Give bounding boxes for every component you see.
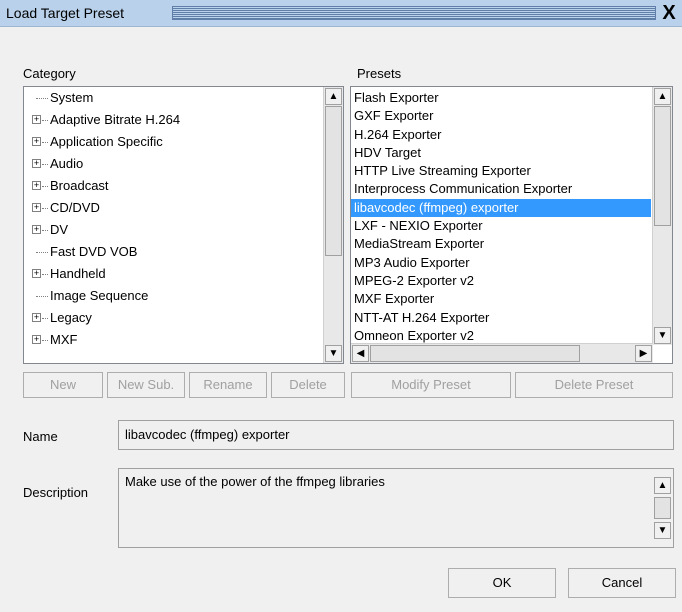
scroll-left-icon[interactable]: ◀ bbox=[352, 345, 369, 362]
presets-label: Presets bbox=[357, 66, 402, 81]
scroll-down-icon[interactable]: ▼ bbox=[654, 522, 671, 539]
scroll-up-icon[interactable]: ▲ bbox=[654, 477, 671, 494]
scroll-down-icon[interactable]: ▼ bbox=[654, 327, 671, 344]
scroll-right-icon[interactable]: ▶ bbox=[635, 345, 652, 362]
presets-horizontal-scrollbar[interactable]: ◀ ▶ bbox=[351, 343, 653, 363]
expand-icon[interactable]: + bbox=[32, 203, 41, 212]
category-item-label: Image Sequence bbox=[50, 288, 149, 303]
description-field[interactable]: Make use of the power of the ffmpeg libr… bbox=[118, 468, 674, 548]
delete-category-button[interactable]: Delete bbox=[271, 372, 345, 398]
new-sub-button[interactable]: New Sub. bbox=[107, 372, 185, 398]
category-item[interactable]: + MXF bbox=[24, 329, 322, 351]
expand-icon[interactable]: + bbox=[32, 313, 41, 322]
expand-icon[interactable]: + bbox=[32, 269, 41, 278]
category-item[interactable]: + Audio bbox=[24, 153, 322, 175]
presets-vertical-scrollbar[interactable]: ▲ ▼ bbox=[652, 87, 672, 345]
preset-item[interactable]: LXF - NEXIO Exporter bbox=[351, 217, 651, 235]
name-label: Name bbox=[23, 429, 58, 444]
tree-connector bbox=[42, 186, 48, 187]
name-field[interactable]: libavcodec (ffmpeg) exporter bbox=[118, 420, 674, 450]
close-icon[interactable]: X bbox=[658, 2, 680, 24]
description-text: Make use of the power of the ffmpeg libr… bbox=[125, 474, 385, 489]
preset-item[interactable]: H.264 Exporter bbox=[351, 126, 651, 144]
ok-button[interactable]: OK bbox=[448, 568, 556, 598]
preset-item[interactable]: MPEG-2 Exporter v2 bbox=[351, 272, 651, 290]
category-item-label: Audio bbox=[50, 156, 84, 171]
preset-item-selected[interactable]: libavcodec (ffmpeg) exporter bbox=[351, 198, 651, 218]
modify-preset-button[interactable]: Modify Preset bbox=[351, 372, 511, 398]
category-vertical-scrollbar[interactable]: ▲ ▼ bbox=[323, 87, 343, 363]
category-item-label: CD/DVD bbox=[50, 200, 100, 215]
category-item-label: Handheld bbox=[50, 266, 106, 281]
description-label: Description bbox=[23, 485, 89, 500]
category-item-label: DV bbox=[50, 222, 69, 237]
scroll-thumb[interactable] bbox=[654, 106, 671, 226]
category-item-label: Fast DVD VOB bbox=[50, 244, 138, 259]
category-item-label: Adaptive Bitrate H.264 bbox=[50, 112, 181, 127]
category-item-label: MXF bbox=[50, 332, 78, 347]
window-title: Load Target Preset bbox=[6, 5, 129, 21]
tree-connector bbox=[42, 274, 48, 275]
cancel-button[interactable]: Cancel bbox=[568, 568, 676, 598]
expand-icon[interactable]: + bbox=[32, 137, 41, 146]
tree-connector bbox=[42, 340, 48, 341]
description-scrollbar[interactable]: ▲ ▼ bbox=[653, 469, 673, 547]
tree-connector bbox=[36, 98, 48, 99]
category-item-label: Legacy bbox=[50, 310, 92, 325]
category-item-label: System bbox=[50, 90, 94, 105]
title-bar-grip bbox=[172, 6, 656, 20]
expand-icon[interactable]: + bbox=[32, 225, 41, 234]
preset-item[interactable]: HTTP Live Streaming Exporter bbox=[351, 162, 651, 180]
expand-icon[interactable]: + bbox=[32, 159, 41, 168]
tree-connector bbox=[42, 120, 48, 121]
scroll-thumb[interactable] bbox=[654, 497, 671, 519]
preset-item[interactable]: Interprocess Communication Exporter bbox=[351, 180, 651, 198]
tree-connector bbox=[42, 164, 48, 165]
category-item-label: Broadcast bbox=[50, 178, 109, 193]
expand-icon[interactable]: + bbox=[32, 181, 41, 190]
tree-connector bbox=[42, 142, 48, 143]
expand-icon[interactable]: + bbox=[32, 115, 41, 124]
category-item[interactable]: Fast DVD VOB bbox=[24, 241, 322, 263]
category-item[interactable]: + Application Specific bbox=[24, 131, 322, 153]
preset-item[interactable]: HDV Target bbox=[351, 144, 651, 162]
delete-preset-button[interactable]: Delete Preset bbox=[515, 372, 673, 398]
preset-item[interactable]: MXF Exporter bbox=[351, 290, 651, 308]
scroll-thumb[interactable] bbox=[325, 106, 342, 256]
category-item[interactable]: + CD/DVD bbox=[24, 197, 322, 219]
scroll-up-icon[interactable]: ▲ bbox=[654, 88, 671, 105]
category-item[interactable]: System bbox=[24, 87, 322, 109]
new-button[interactable]: New bbox=[23, 372, 103, 398]
scroll-thumb[interactable] bbox=[370, 345, 580, 362]
category-label: Category bbox=[23, 66, 76, 81]
expand-icon[interactable]: + bbox=[32, 335, 41, 344]
category-item[interactable]: + Legacy bbox=[24, 307, 322, 329]
tree-connector bbox=[42, 230, 48, 231]
preset-item[interactable]: GXF Exporter bbox=[351, 107, 651, 125]
category-item[interactable]: + Broadcast bbox=[24, 175, 322, 197]
category-item-label: Application Specific bbox=[50, 134, 163, 149]
load-target-preset-dialog: Load Target Preset X Category System + Ada… bbox=[0, 0, 682, 612]
rename-button[interactable]: Rename bbox=[189, 372, 267, 398]
category-item[interactable]: + DV bbox=[24, 219, 322, 241]
preset-item[interactable]: NTT-AT H.264 Exporter bbox=[351, 309, 651, 327]
category-tree[interactable]: System + Adaptive Bitrate H.264 + Applicatio… bbox=[23, 86, 344, 364]
category-item[interactable]: + Handheld bbox=[24, 263, 322, 285]
scroll-down-icon[interactable]: ▼ bbox=[325, 345, 342, 362]
tree-connector bbox=[36, 296, 48, 297]
tree-connector bbox=[36, 252, 48, 253]
tree-connector bbox=[42, 318, 48, 319]
category-item[interactable]: Image Sequence bbox=[24, 285, 322, 307]
preset-item[interactable]: MP3 Audio Exporter bbox=[351, 254, 651, 272]
category-item[interactable]: + Adaptive Bitrate H.264 bbox=[24, 109, 322, 131]
title-bar[interactable]: Load Target Preset X bbox=[0, 0, 682, 27]
scroll-up-icon[interactable]: ▲ bbox=[325, 88, 342, 105]
tree-connector bbox=[42, 208, 48, 209]
preset-item[interactable]: MediaStream Exporter bbox=[351, 235, 651, 253]
presets-list[interactable]: Flash Exporter GXF Exporter H.264 Exporter… bbox=[350, 86, 673, 364]
preset-item[interactable]: Flash Exporter bbox=[351, 89, 651, 107]
